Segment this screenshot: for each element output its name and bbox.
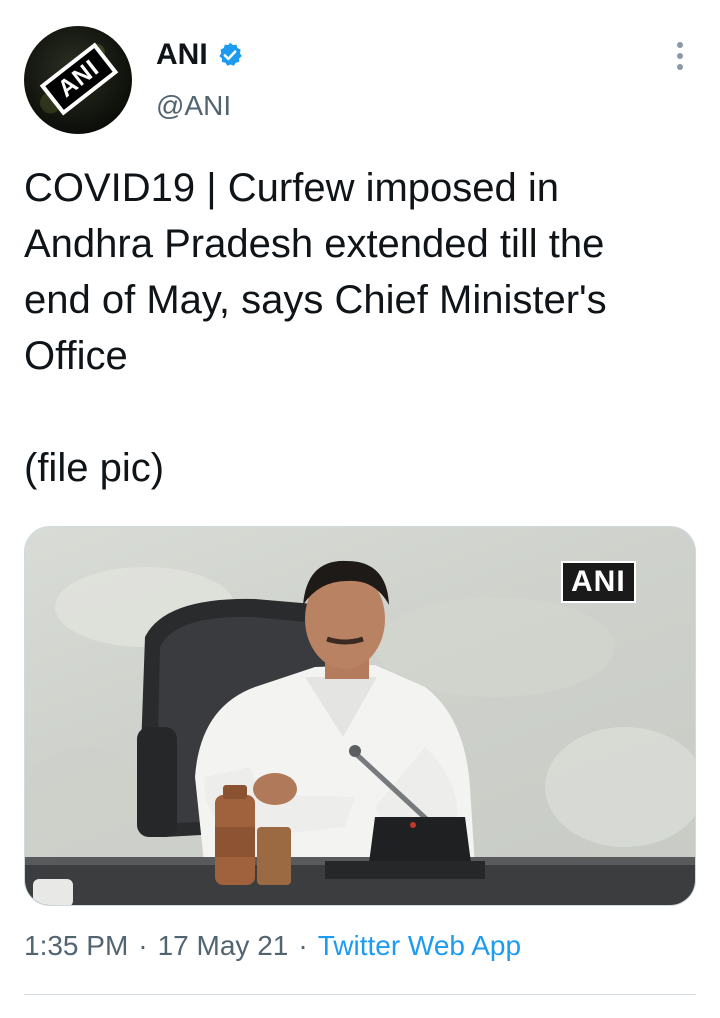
divider (24, 994, 696, 995)
more-dot (677, 42, 683, 48)
tweet-date[interactable]: 17 May 21 (158, 930, 289, 962)
meta-separator: · (138, 930, 148, 961)
tweet-time[interactable]: 1:35 PM (24, 930, 128, 962)
meta-separator: · (298, 930, 308, 961)
more-dot (677, 64, 683, 70)
author-name[interactable]: ANI (156, 38, 244, 72)
tweet-card: ANI ANI @ANI COVID19 | Curfew imposed in… (0, 0, 720, 1018)
media-watermark: ANI (561, 561, 636, 603)
tweet-metadata: 1:35 PM · 17 May 21 · Twitter Web App (24, 930, 521, 962)
author-handle[interactable]: @ANI (156, 90, 231, 122)
more-options-icon[interactable] (664, 38, 696, 74)
author-name-text: ANI (156, 38, 208, 71)
verified-badge-icon (216, 41, 244, 69)
more-dot (677, 53, 683, 59)
tweet-text: COVID19 | Curfew imposed in Andhra Prade… (24, 166, 607, 490)
tweet-source-link[interactable]: Twitter Web App (318, 930, 521, 962)
avatar[interactable]: ANI (24, 26, 132, 134)
tweet-photo[interactable]: ANI (24, 526, 696, 906)
